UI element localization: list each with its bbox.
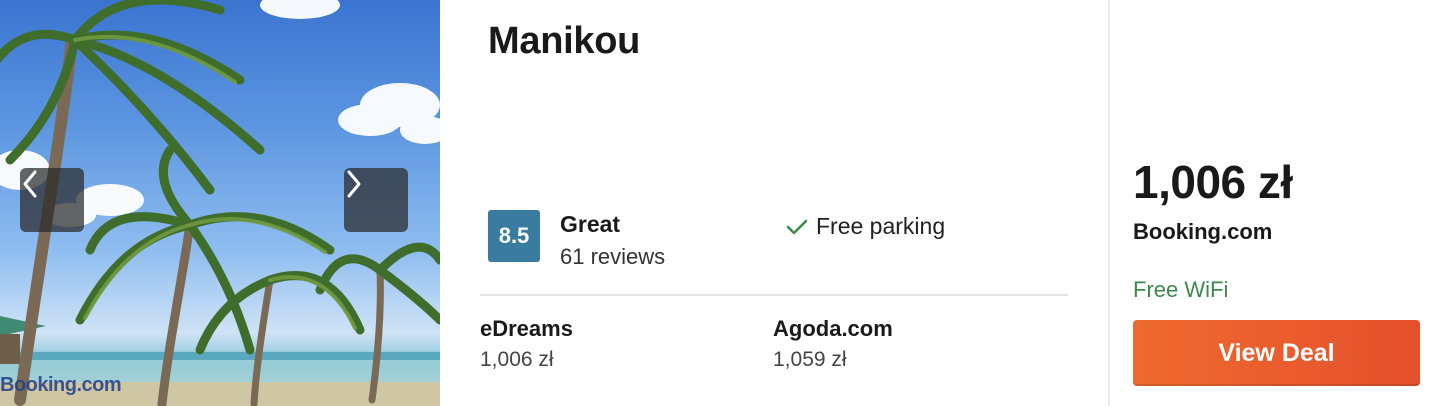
amenity-label: Free parking — [816, 213, 946, 239]
image-source-watermark: Booking.com — [0, 374, 122, 396]
chevron-right-icon — [347, 170, 361, 198]
rating-score-badge: 8.5 — [488, 210, 540, 262]
hotel-name[interactable]: Manikou — [488, 20, 640, 63]
checkmark-icon — [786, 219, 808, 234]
alt-provider-agoda[interactable]: Agoda.com — [773, 316, 893, 342]
rating-label: Great — [560, 211, 621, 237]
deal-feature: Free WiFi — [1133, 277, 1229, 302]
amenity-free-parking: Free parking — [786, 213, 945, 240]
deal-price[interactable]: 1,006 zł — [1133, 155, 1293, 209]
hotel-photo[interactable]: Booking.com — [0, 0, 440, 406]
column-divider — [1108, 0, 1110, 406]
alt-price-agoda[interactable]: 1,059 zł — [773, 348, 847, 372]
alt-price-edreams[interactable]: 1,006 zł — [480, 348, 554, 372]
next-photo-button[interactable] — [344, 168, 408, 232]
section-divider — [480, 294, 1068, 296]
view-deal-button[interactable]: View Deal — [1133, 320, 1420, 386]
hotel-result-card: Booking.com Manikou 8.5 Great 61 reviews… — [0, 0, 1438, 406]
previous-photo-button[interactable] — [20, 168, 84, 232]
alt-provider-edreams[interactable]: eDreams — [480, 316, 573, 342]
deal-provider: Booking.com — [1133, 219, 1273, 244]
review-count[interactable]: 61 reviews — [560, 244, 665, 270]
chevron-left-icon — [23, 170, 37, 198]
